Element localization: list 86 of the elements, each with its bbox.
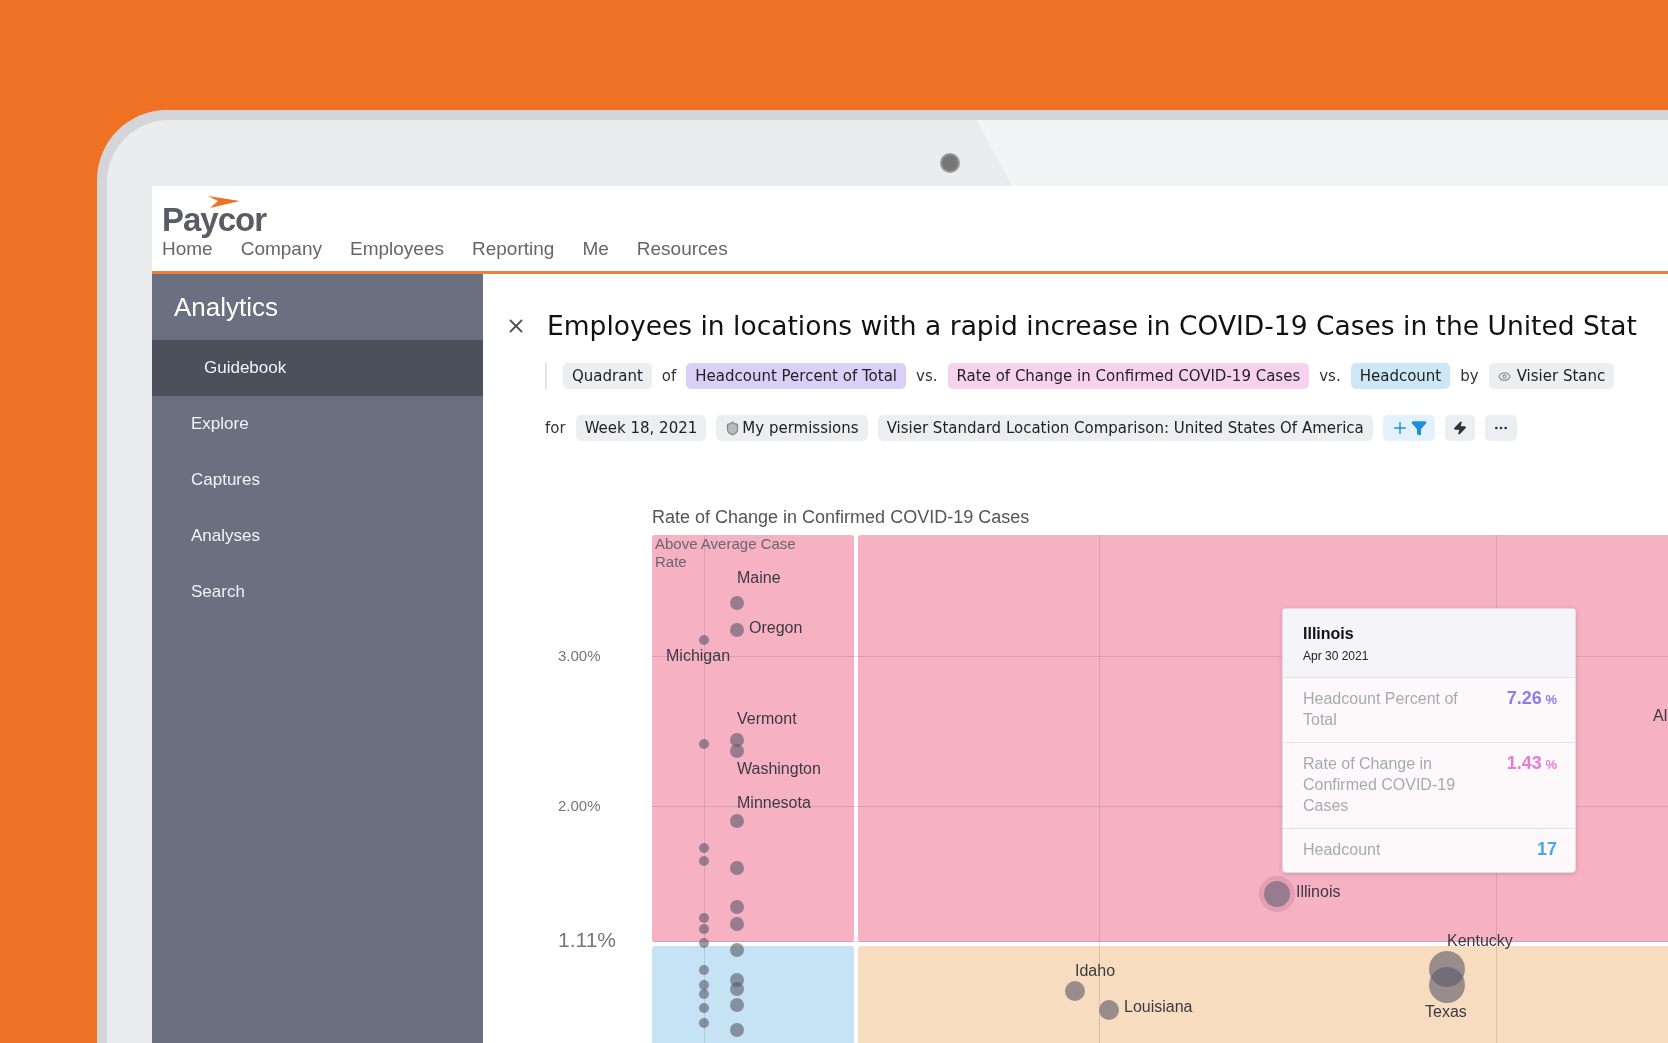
point-label: Kentucky: [1447, 932, 1513, 950]
sidebar-item[interactable]: Search: [152, 564, 483, 620]
query-chip[interactable]: Week 18, 2021: [575, 415, 707, 441]
sidebar-item[interactable]: Analyses: [152, 508, 483, 564]
camera-icon: [940, 153, 960, 173]
tooltip-value: 17: [1536, 839, 1557, 860]
point-label: Vermont: [737, 710, 797, 728]
shield-icon: [725, 420, 741, 436]
point-label: Oregon: [749, 619, 803, 637]
query-chip[interactable]: Visier Stanc: [1488, 363, 1615, 389]
data-point: [730, 917, 744, 931]
query-chip[interactable]: Visier Standard Location Comparison: United States Of America: [877, 415, 1373, 441]
nav-link[interactable]: Resources: [636, 238, 756, 260]
point-label: Idaho: [1075, 962, 1116, 980]
tooltip-label: Rate of Change in Confirmed COVID-19 Cases: [1303, 754, 1457, 816]
query-chip[interactable]: Rate of Change in Confirmed COVID-19 Cases: [947, 363, 1310, 389]
query-word: for: [545, 419, 566, 437]
sidebar-item[interactable]: Explore: [152, 396, 483, 452]
tooltip-label: Headcount Percent of Total: [1303, 689, 1459, 730]
data-point: [699, 1003, 709, 1013]
data-point: [730, 623, 744, 637]
data-point: [699, 913, 709, 923]
sidebar-title: Analytics: [173, 290, 280, 324]
query-word: of: [661, 367, 677, 385]
query-chip[interactable]: Headcount Percent of Total: [686, 363, 907, 389]
data-point: [699, 739, 709, 749]
data-point: [699, 635, 709, 645]
tooltip-title: Illinois: [1303, 625, 1355, 643]
data-point: [730, 861, 744, 875]
add-filter-button[interactable]: [1382, 415, 1435, 441]
point-label: Washington: [737, 760, 821, 778]
data-point: [730, 998, 744, 1012]
eye-icon: [1497, 369, 1511, 383]
data-point: [699, 856, 709, 866]
tick-label: 3.00%: [558, 647, 601, 664]
data-point: [699, 843, 709, 853]
point-label: Michigan: [666, 647, 731, 665]
tooltip-value: 7.26 %: [1506, 688, 1557, 710]
sidebar-item[interactable]: Captures: [152, 452, 483, 508]
lightning-icon: [1452, 421, 1467, 435]
data-point: [730, 1023, 744, 1037]
data-point: [1099, 1000, 1119, 1020]
data-point: [699, 1018, 709, 1028]
query-chip[interactable]: Quadrant: [563, 363, 652, 389]
nav-link[interactable]: Home: [162, 238, 241, 260]
point-label: Texas: [1425, 1003, 1467, 1021]
query-word: vs.: [916, 367, 938, 385]
data-point: [699, 965, 709, 975]
tooltip-label: Headcount: [1303, 840, 1382, 860]
data-point: [730, 596, 744, 610]
data-point: [730, 943, 744, 957]
data-point: [730, 900, 744, 914]
quadrant-label: Above Average Case Rate: [655, 535, 797, 571]
lightning-button[interactable]: [1444, 415, 1475, 441]
data-point: [1065, 981, 1085, 1001]
data-point: [1429, 967, 1465, 1003]
page-title: Employees in locations with a rapid increase in COVID-19 Cases in the United Stat: [547, 310, 1637, 341]
filter-icon: [1410, 420, 1427, 436]
point-label: Illinois: [1296, 883, 1341, 901]
permissions-chip[interactable]: My permissions: [716, 415, 868, 441]
point-label: Minnesota: [737, 794, 811, 812]
tick-label: 1.11%: [558, 928, 616, 952]
data-point: [730, 982, 744, 996]
tooltip-date: Apr 30 2021: [1303, 649, 1370, 663]
nav-link[interactable]: Employees: [350, 238, 472, 260]
query-word: vs.: [1319, 367, 1341, 385]
data-point: [699, 980, 709, 990]
tick-label: 2.00%: [558, 797, 601, 814]
data-point: [699, 989, 709, 999]
data-point: [730, 744, 744, 758]
data-point: [699, 924, 709, 934]
sidebar-item[interactable]: Guidebook: [152, 340, 483, 396]
paycor-logo: Paycor: [162, 196, 284, 236]
data-point: [730, 814, 744, 828]
query-chip[interactable]: Headcount: [1350, 363, 1451, 389]
nav-link[interactable]: Me: [582, 238, 637, 260]
data-point: [699, 938, 709, 948]
data-point: [730, 733, 744, 747]
axis-title: Rate of Change in Confirmed COVID-19 Cases: [652, 507, 1030, 528]
tooltip-value: 1.43 %: [1506, 753, 1557, 775]
query-word: by: [1460, 367, 1479, 385]
nav-link[interactable]: Reporting: [472, 238, 583, 260]
point-label: Maine: [737, 569, 781, 587]
point-label: Louisiana: [1124, 998, 1193, 1016]
nav-link[interactable]: Company: [240, 238, 350, 260]
point-label: Al: [1653, 707, 1668, 725]
